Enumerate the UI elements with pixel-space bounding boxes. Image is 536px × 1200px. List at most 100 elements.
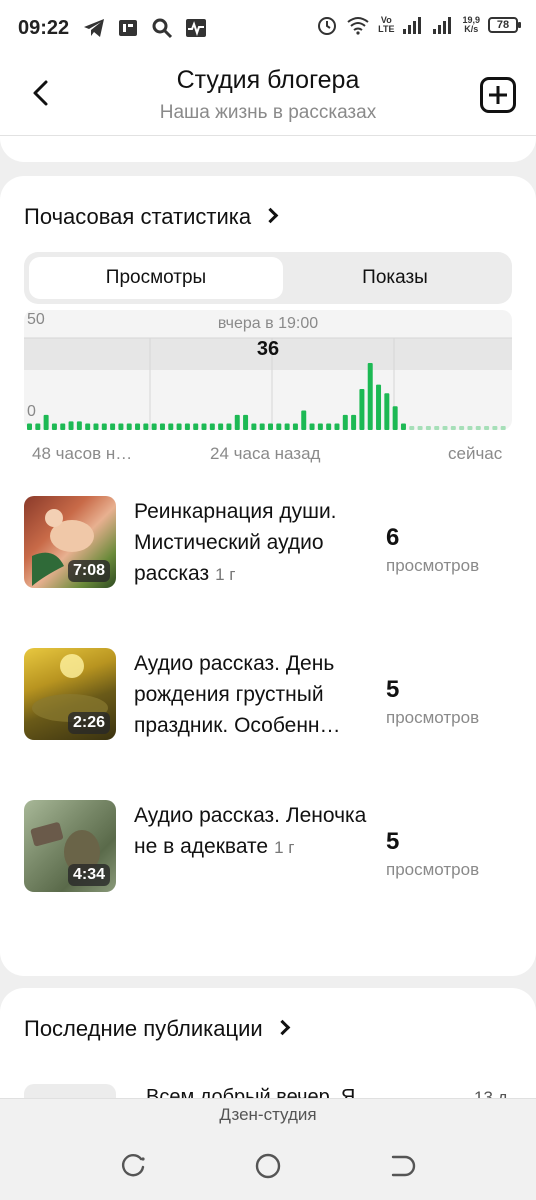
hourly-stats-link[interactable]: Почасовая статистика	[24, 204, 279, 230]
status-time: 09:22	[18, 16, 70, 39]
chart-bar	[101, 423, 107, 430]
chart-placeholder-bar	[442, 426, 448, 430]
telegram-icon	[84, 19, 105, 37]
chart-placeholder-bar	[467, 426, 473, 430]
video-thumbnail: 2:26	[24, 648, 116, 740]
video-age: 1 г	[274, 838, 295, 857]
video-thumbnail: 7:08	[24, 496, 116, 588]
signal-icon-2	[433, 17, 452, 34]
bottom-bar: Дзен-студия	[0, 1098, 536, 1200]
back-nav-button[interactable]	[387, 1151, 417, 1181]
chart-bar	[400, 423, 406, 430]
video-title: Аудио рассказ. День рождения грустный пр…	[134, 652, 341, 737]
activity-icon	[186, 19, 207, 37]
notification-icons	[83, 17, 207, 39]
chart-bar	[392, 406, 398, 430]
chart-bar	[201, 423, 207, 430]
search-icon	[152, 18, 173, 39]
chart-bar	[93, 423, 99, 430]
hourly-chart[interactable]: 50 0 вчера в 19:00 36	[24, 310, 512, 430]
chart-bar	[334, 423, 340, 430]
video-item-1[interactable]: 7:08 Реинкарнация души. Мистический ауди…	[24, 496, 512, 592]
video-views-count: 5	[386, 828, 400, 855]
chart-placeholder-bar	[459, 426, 465, 430]
wifi-icon	[347, 17, 369, 35]
chart-bar	[193, 423, 199, 430]
chart-bar	[259, 423, 265, 430]
chart-bar	[376, 384, 382, 430]
bottom-label: Дзен-студия	[219, 1105, 317, 1124]
chart-placeholder-bar	[417, 426, 423, 430]
video-duration: 2:26	[67, 712, 110, 734]
chart-placeholder-bar	[425, 426, 431, 430]
video-duration: 7:08	[67, 560, 110, 582]
video-views-unit: просмотров	[386, 860, 480, 879]
hourly-stats-title: Почасовая статистика	[24, 204, 252, 229]
chart-bar	[317, 423, 323, 430]
home-button[interactable]	[253, 1151, 283, 1181]
chart-bar	[184, 423, 190, 430]
chart-bar	[351, 414, 357, 430]
chart-bar	[176, 423, 182, 430]
chart-bar	[359, 388, 365, 430]
chart-placeholder-bar	[492, 426, 498, 430]
document-icon	[119, 20, 138, 36]
page-subtitle: Наша жизнь в рассказах	[159, 102, 377, 123]
video-item-2[interactable]: 2:26 Аудио рассказ. День рождения грустн…	[24, 648, 512, 744]
chart-placeholder-bar	[484, 426, 490, 430]
chart-bar	[76, 421, 82, 430]
chart-bar	[218, 423, 224, 430]
chart-bar	[301, 410, 307, 430]
tab-views[interactable]: Просмотры	[29, 257, 283, 299]
app-header: Студия блогера Наша жизнь в рассказах	[0, 56, 536, 136]
chart-bar	[68, 421, 74, 430]
recent-apps-button[interactable]	[119, 1151, 149, 1181]
chevron-right-icon	[262, 207, 279, 224]
video-views-count: 6	[386, 524, 400, 551]
chart-bar	[126, 423, 132, 430]
chart-bar	[118, 423, 124, 430]
x-axis-label-start: 48 часов н…	[32, 444, 133, 463]
tab-impressions[interactable]: Показы	[278, 257, 512, 299]
chart-bar	[143, 423, 149, 430]
tooltip-value: 36	[256, 338, 280, 360]
chart-bar	[342, 414, 348, 430]
chart-placeholder-bar	[450, 426, 456, 430]
chart-bar	[27, 423, 32, 430]
chart-bar	[43, 414, 49, 430]
add-button[interactable]	[480, 77, 516, 113]
chart-bar	[51, 423, 57, 430]
chart-bar	[243, 414, 249, 430]
latest-publications-link[interactable]: Последние публикации	[24, 1016, 290, 1042]
x-axis-label-middle: 24 часа назад	[210, 444, 321, 463]
chart-bar	[151, 423, 157, 430]
chevron-right-icon	[274, 1019, 290, 1036]
x-axis-label-end: сейчас	[448, 444, 503, 463]
video-title: Реинкарнация души. Мистический аудио рас…	[134, 500, 337, 585]
video-views-count: 5	[386, 676, 400, 703]
video-views-unit: просмотров	[386, 708, 480, 727]
chart-bar	[234, 414, 240, 430]
chart-bar	[276, 423, 282, 430]
network-speed: 19,9 K/s	[462, 15, 480, 34]
chart-bar	[135, 423, 141, 430]
previous-card	[0, 136, 536, 162]
chart-bar	[326, 423, 332, 430]
chart-bar	[268, 423, 273, 430]
chart-placeholder-bar	[475, 426, 481, 430]
chart-bar	[284, 423, 290, 430]
chart-placeholder-bar	[434, 426, 440, 430]
latest-publications-title: Последние публикации	[24, 1016, 263, 1041]
chart-bar	[251, 423, 257, 430]
chart-bar	[35, 423, 41, 430]
chart-bar	[159, 423, 165, 430]
video-item-3[interactable]: 4:34 Аудио рассказ. Леночка не в адекват…	[24, 800, 512, 896]
chart-placeholder-bar	[500, 426, 506, 430]
video-title: Аудио рассказ. Леночка не в адеквате 1 г	[134, 804, 367, 858]
page-title: Студия блогера	[176, 66, 360, 94]
chart-bar	[85, 423, 91, 430]
video-age: 1 г	[215, 565, 236, 584]
chart-bar	[292, 423, 298, 430]
video-duration: 4:34	[67, 864, 110, 886]
network-type: Vo LTE	[378, 15, 395, 34]
